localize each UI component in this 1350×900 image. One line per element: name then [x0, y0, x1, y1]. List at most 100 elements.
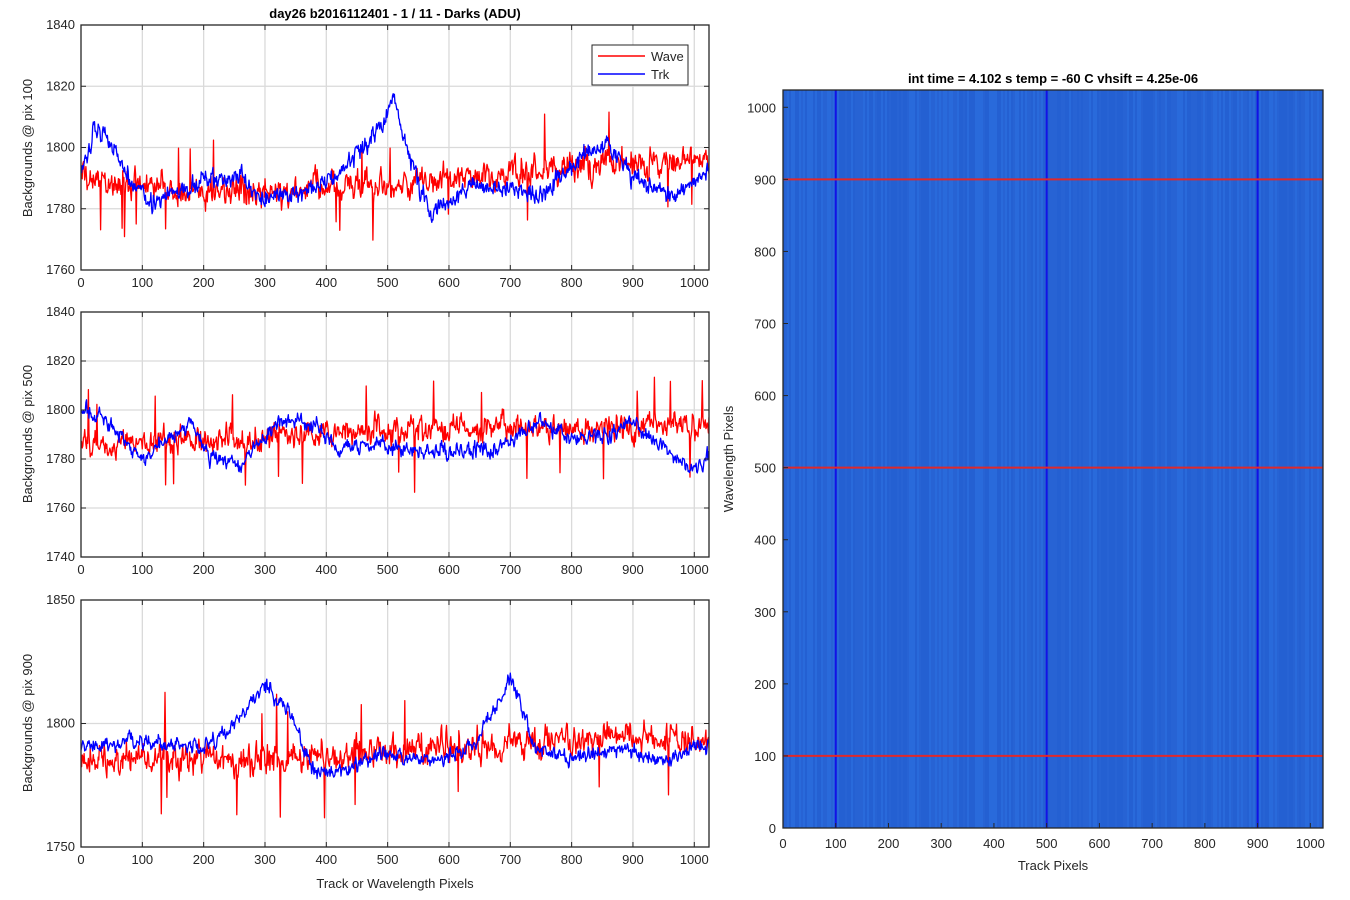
heatmap-column — [1091, 90, 1093, 828]
heatmap-column — [1043, 90, 1045, 828]
heatmap-column — [1075, 90, 1077, 828]
y-tick-label: 600 — [754, 389, 776, 404]
heatmap-column — [1011, 90, 1013, 828]
heatmap-column — [1197, 90, 1199, 828]
x-tick-label: 1000 — [680, 562, 709, 577]
heatmap-column — [1069, 90, 1071, 828]
heatmap-column — [965, 90, 967, 828]
heatmap-column — [1081, 90, 1083, 828]
heatmap-column — [1235, 90, 1237, 828]
heatmap-column — [1301, 90, 1303, 828]
heatmap-column — [1005, 90, 1007, 828]
heatmap-column — [905, 90, 907, 828]
heatmap-column — [1063, 90, 1065, 828]
heatmap-column — [1123, 90, 1125, 828]
chart-title: day26 b2016112401 - 1 / 11 - Darks (ADU) — [269, 6, 520, 21]
x-tick-label: 400 — [315, 852, 337, 867]
heatmap-column — [1315, 90, 1317, 828]
heatmap-column — [891, 90, 893, 828]
x-tick-label: 300 — [930, 836, 952, 851]
subplot-pix500: 0 100 200 300 400 500 600 700 800 900 1000 1740 1760… — [20, 304, 710, 577]
heatmap-column — [1243, 90, 1245, 828]
x-tick-label: 200 — [193, 275, 215, 290]
x-tick-label: 300 — [254, 562, 276, 577]
y-tick-label: 1800 — [46, 716, 75, 731]
heatmap-column — [957, 90, 959, 828]
heatmap-column — [1295, 90, 1297, 828]
y-tick-label: 1820 — [46, 353, 75, 368]
y-axis-label: Backgrounds @ pix 100 — [20, 79, 35, 217]
heatmap-column — [1065, 90, 1067, 828]
heatmap-column — [1125, 90, 1127, 828]
heatmap-column — [1179, 90, 1181, 828]
x-tick-label: 500 — [1036, 836, 1058, 851]
heatmap-column — [1109, 90, 1111, 828]
x-tick-label: 100 — [131, 275, 153, 290]
heatmap-column — [799, 90, 801, 828]
heatmap-column — [1267, 90, 1269, 828]
heatmap-column — [1137, 90, 1139, 828]
heatmap-column — [1059, 90, 1061, 828]
x-tick-label: 100 — [825, 836, 847, 851]
heatmap-column — [899, 90, 901, 828]
heatmap-column — [1017, 90, 1019, 828]
heatmap-column — [975, 90, 977, 828]
heatmap-column — [1297, 90, 1299, 828]
heatmap-column — [1183, 90, 1185, 828]
x-axis-label: Track Pixels — [1018, 858, 1089, 873]
x-tick-label: 800 — [561, 275, 583, 290]
heatmap-column — [1177, 90, 1179, 828]
heatmap-column — [969, 90, 971, 828]
heatmap-column — [1205, 90, 1207, 828]
heatmap-column — [785, 90, 787, 828]
y-axis-label: Backgrounds @ pix 500 — [20, 365, 35, 503]
x-tick-label: 200 — [878, 836, 900, 851]
y-tick-label: 100 — [754, 749, 776, 764]
heatmap-panel: 0 100 200 300 400 500 600 700 800 900 1000 0 100 200 3… — [721, 71, 1325, 873]
heatmap-column — [1291, 90, 1293, 828]
heatmap-column — [859, 90, 861, 828]
heatmap-column — [1201, 90, 1203, 828]
heatmap-column — [1129, 90, 1131, 828]
x-tick-label: 900 — [622, 562, 644, 577]
heatmap-column — [987, 90, 989, 828]
heatmap-column — [1131, 90, 1133, 828]
x-tick-label: 500 — [377, 852, 399, 867]
heatmap-column — [1213, 90, 1215, 828]
heatmap-column — [1261, 90, 1263, 828]
heatmap-column — [897, 90, 899, 828]
heatmap-column — [1089, 90, 1091, 828]
y-tick-label: 300 — [754, 605, 776, 620]
heatmap-column — [819, 90, 821, 828]
heatmap-column — [977, 90, 979, 828]
legend-label-wave: Wave — [651, 49, 684, 64]
x-tick-label: 700 — [499, 562, 521, 577]
y-tick-label: 1780 — [46, 201, 75, 216]
heatmap-column — [871, 90, 873, 828]
heatmap-column — [959, 90, 961, 828]
heatmap-column — [1077, 90, 1079, 828]
legend-label-trk: Trk — [651, 67, 670, 82]
heatmap-column — [823, 90, 825, 828]
heatmap-column — [989, 90, 991, 828]
heatmap-column — [875, 90, 877, 828]
x-tick-label: 1000 — [680, 852, 709, 867]
heatmap-column — [895, 90, 897, 828]
x-tick-label: 800 — [561, 562, 583, 577]
heatmap-column — [829, 90, 831, 828]
heatmap-column — [843, 90, 845, 828]
heatmap-column — [1273, 90, 1275, 828]
heatmap-column — [1141, 90, 1143, 828]
heatmap-column — [1209, 90, 1211, 828]
heatmap-column — [1175, 90, 1177, 828]
heatmap-column — [1271, 90, 1273, 828]
heatmap-column — [845, 90, 847, 828]
heatmap-column — [919, 90, 921, 828]
heatmap-column — [999, 90, 1001, 828]
x-tick-label: 400 — [315, 275, 337, 290]
heatmap-column — [1169, 90, 1171, 828]
heatmap-column — [833, 90, 835, 828]
heatmap-column — [855, 90, 857, 828]
heatmap-column — [997, 90, 999, 828]
heatmap-column — [1029, 90, 1031, 828]
